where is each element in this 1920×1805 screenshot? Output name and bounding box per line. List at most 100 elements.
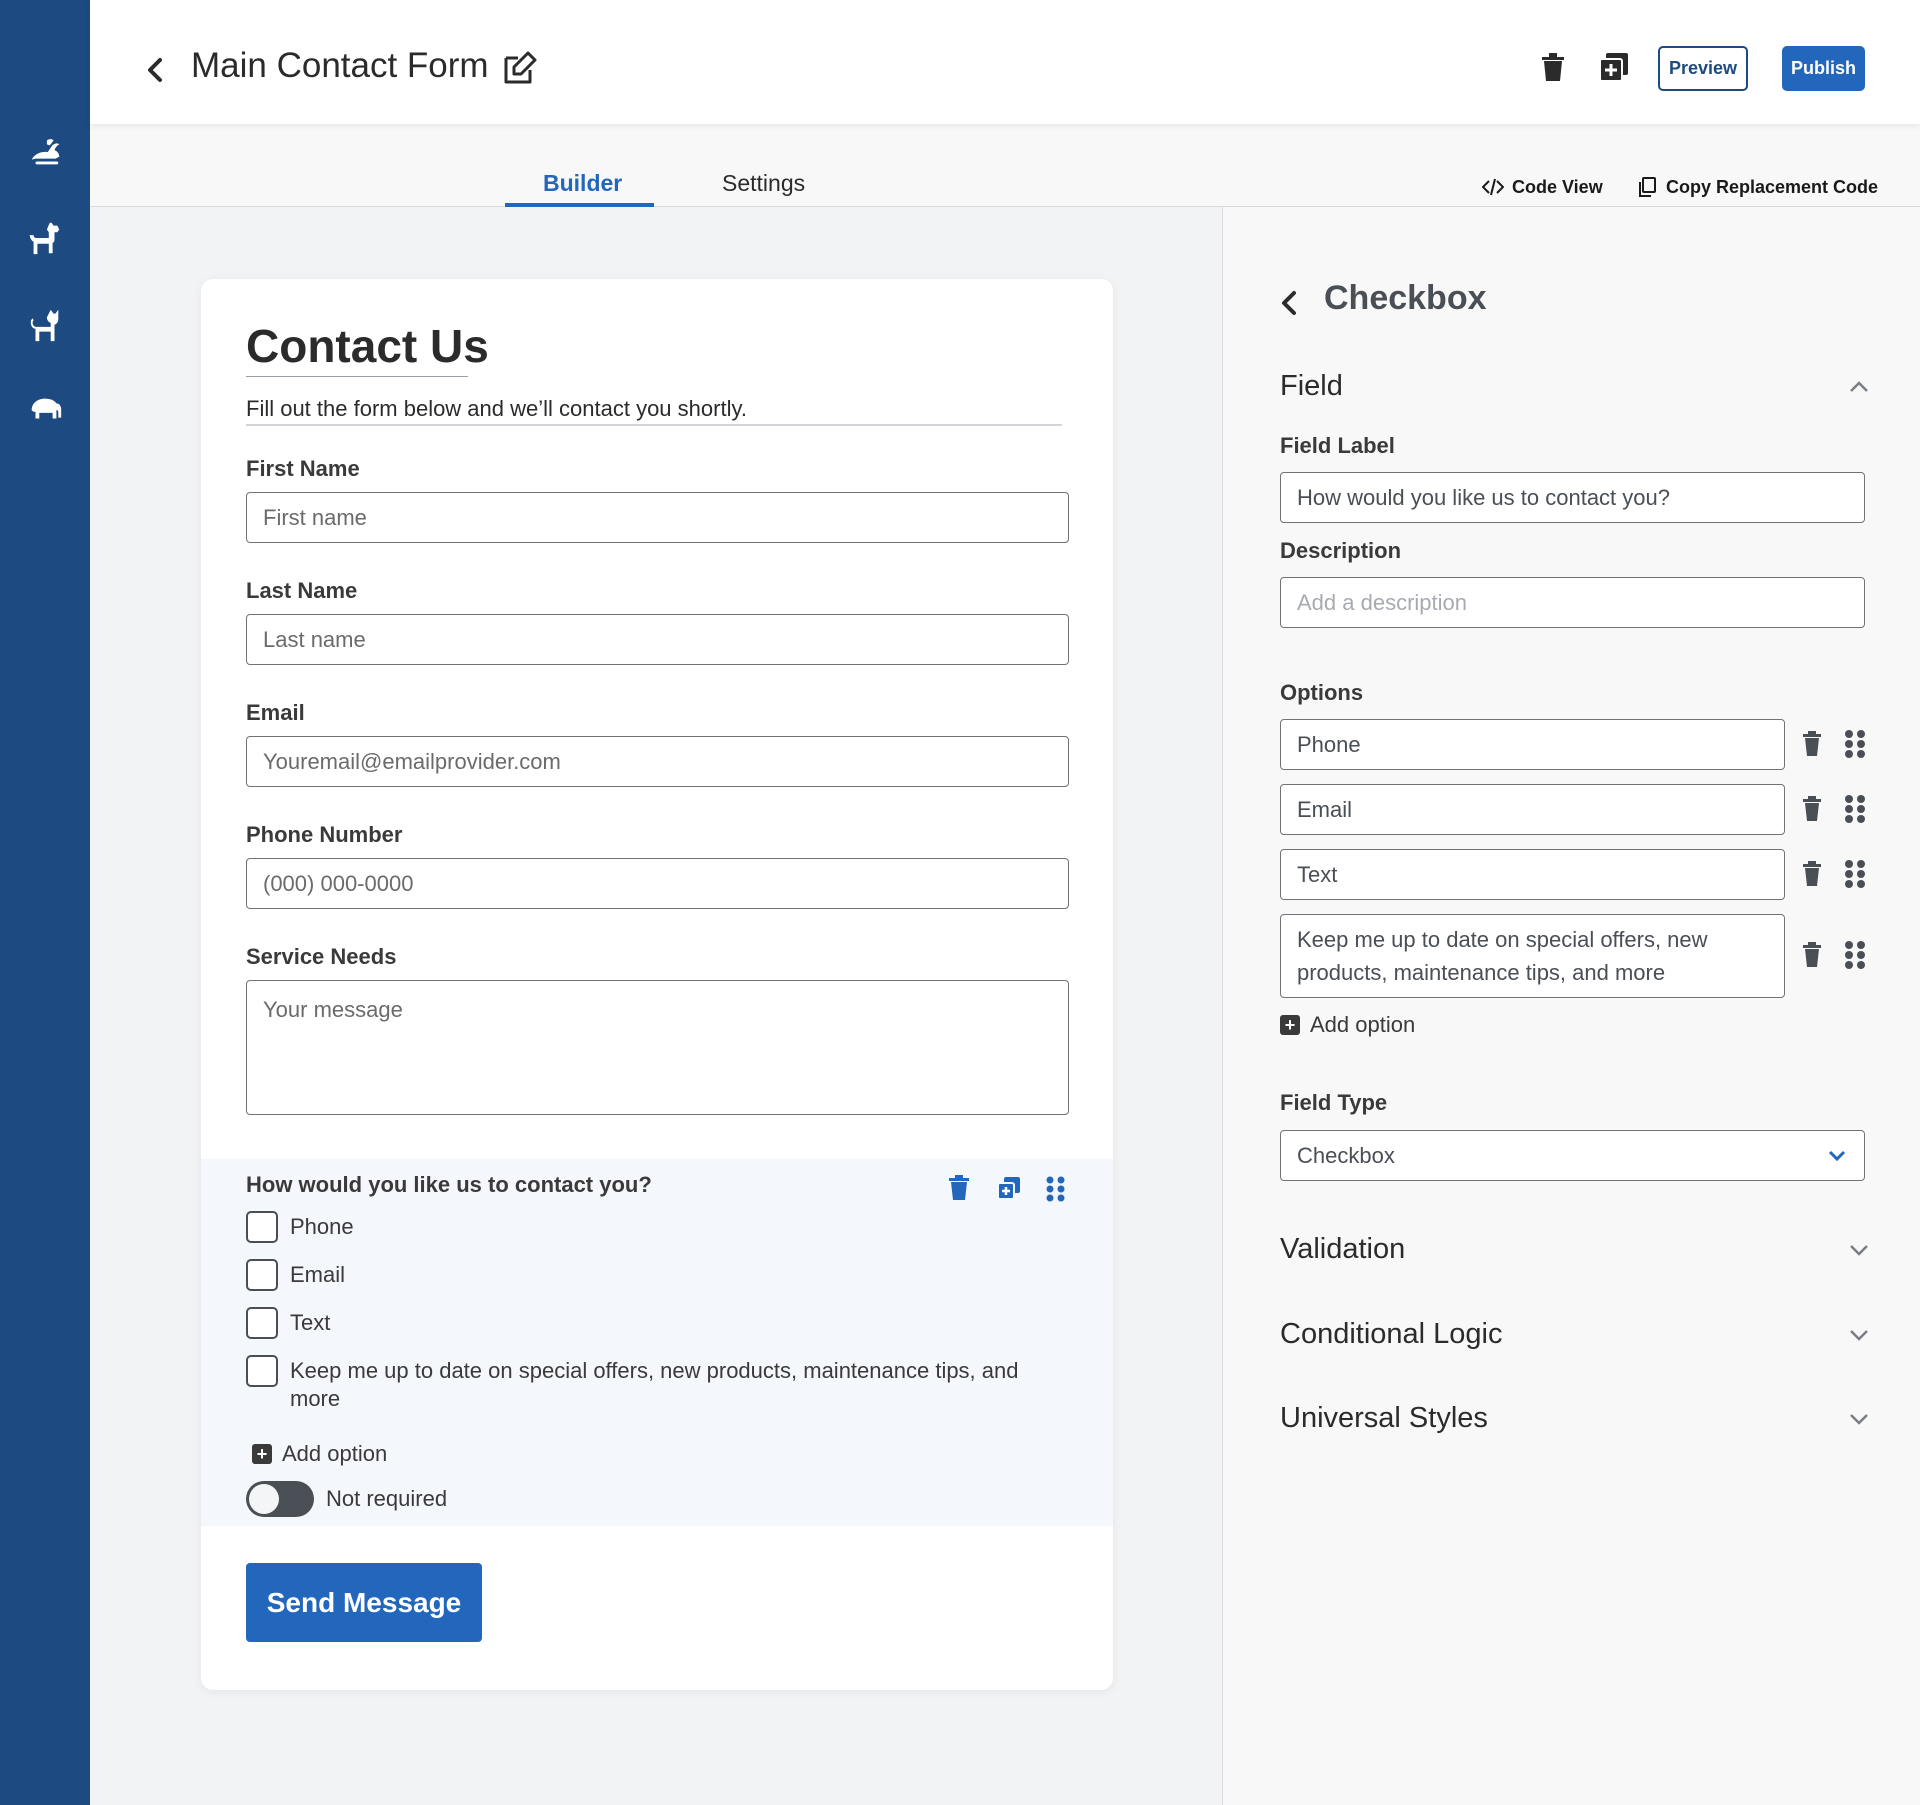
toggle-knob	[249, 1484, 279, 1514]
validation-section-title: Validation	[1280, 1233, 1406, 1265]
code-view-label: Code View	[1512, 176, 1603, 197]
title-underline	[246, 376, 468, 377]
chevron-down-icon	[1850, 1244, 1868, 1256]
required-toggle[interactable]	[246, 1481, 314, 1517]
required-toggle-label: Not required	[326, 1486, 448, 1511]
checkbox-option-label: Text	[290, 1310, 331, 1335]
add-option-button[interactable]: + Add option	[252, 1441, 387, 1467]
checkbox-option[interactable]: Keep me up to date on special offers, ne…	[246, 1355, 1020, 1413]
option-input[interactable]: Email	[1280, 784, 1785, 835]
checkbox[interactable]	[246, 1259, 278, 1291]
first-name-input[interactable]: First name	[246, 492, 1069, 543]
field-duplicate-icon[interactable]	[996, 1173, 1022, 1203]
field-section-title: Field	[1280, 370, 1343, 402]
tab-builder[interactable]: Builder	[543, 170, 622, 197]
option-input[interactable]: Keep me up to date on special offers, ne…	[1280, 914, 1785, 998]
top-header: Main Contact Form Preview Publish	[90, 0, 1920, 124]
checkbox-option-label: Email	[290, 1262, 346, 1287]
field-drag-handle-icon[interactable]	[1043, 1173, 1069, 1203]
option-trash-icon[interactable]	[1801, 941, 1823, 969]
description-input[interactable]: Add a description	[1280, 577, 1865, 628]
field-section-header[interactable]: Field	[1280, 370, 1870, 403]
field-label-label: Field Label	[1280, 433, 1395, 458]
publish-button[interactable]: Publish	[1782, 46, 1865, 91]
chevron-down-icon	[1850, 1413, 1868, 1425]
option-trash-icon[interactable]	[1801, 860, 1823, 888]
validation-section-header[interactable]: Validation	[1280, 1233, 1870, 1266]
field-settings-panel: Checkbox Field Field Label How would you…	[1222, 207, 1920, 1805]
option-drag-handle-icon[interactable]	[1843, 858, 1867, 890]
copy-icon	[1639, 177, 1656, 197]
form-subtitle[interactable]: Fill out the form below and we’ll contac…	[246, 396, 747, 422]
copy-replacement-code-label: Copy Replacement Code	[1666, 176, 1879, 197]
description-label: Description	[1280, 538, 1402, 563]
last-name-label: Last Name	[246, 578, 358, 603]
checkbox-question-label: How would you like us to contact you?	[246, 1172, 652, 1197]
plus-icon: +	[1280, 1015, 1300, 1035]
email-label: Email	[246, 700, 305, 725]
checkbox[interactable]	[246, 1355, 278, 1387]
option-input[interactable]: Text	[1280, 849, 1785, 900]
email-input[interactable]: Youremail@emailprovider.com	[246, 736, 1069, 787]
option-drag-handle-icon[interactable]	[1843, 793, 1867, 825]
form-title[interactable]: Contact Us	[246, 319, 489, 373]
page-title: Main Contact Form	[191, 46, 489, 85]
field-type-label: Field Type	[1280, 1090, 1388, 1115]
elephant-icon[interactable]	[22, 387, 68, 433]
panel-add-option-button[interactable]: + Add option	[1280, 1012, 1415, 1038]
duplicate-icon[interactable]	[1597, 50, 1631, 84]
required-toggle-row: Not required	[246, 1481, 447, 1517]
field-label-input[interactable]: How would you like us to contact you?	[1280, 472, 1865, 523]
add-option-label: Add option	[282, 1441, 388, 1466]
form-card: Contact Us Fill out the form below and w…	[201, 279, 1113, 1690]
dog-icon[interactable]	[22, 215, 68, 261]
builder-canvas: Contact Us Fill out the form below and w…	[90, 207, 1222, 1805]
option-drag-handle-icon[interactable]	[1843, 939, 1867, 971]
service-needs-textarea[interactable]: Your message	[246, 980, 1069, 1115]
checkbox[interactable]	[246, 1211, 278, 1243]
trash-icon[interactable]	[1536, 50, 1570, 84]
first-name-label: First Name	[246, 456, 360, 481]
code-view-link[interactable]: Code View	[1482, 176, 1603, 198]
app-rail	[0, 0, 90, 1805]
checkbox-option[interactable]: Email	[246, 1259, 1020, 1291]
edit-title-icon[interactable]	[500, 48, 540, 88]
selected-checkbox-field[interactable]: How would you like us to contact you? Ph…	[201, 1159, 1113, 1526]
chevron-up-icon	[1850, 380, 1868, 392]
chevron-down-icon	[1850, 1329, 1868, 1341]
checkbox-option-label: Keep me up to date on special offers, ne…	[290, 1358, 1019, 1411]
tab-bar: Builder Settings Code View Copy Replacem…	[90, 124, 1920, 207]
checkbox-option[interactable]: Phone	[246, 1211, 1020, 1243]
plus-icon: +	[252, 1444, 272, 1464]
service-needs-label: Service Needs	[246, 944, 397, 969]
send-message-button[interactable]: Send Message	[246, 1563, 482, 1642]
checkbox-option[interactable]: Text	[246, 1307, 1020, 1339]
option-drag-handle-icon[interactable]	[1843, 728, 1867, 760]
option-trash-icon[interactable]	[1801, 795, 1823, 823]
conditional-logic-section-title: Conditional Logic	[1280, 1318, 1503, 1350]
checkbox-option-label: Phone	[290, 1214, 354, 1239]
phone-number-input[interactable]: (000) 000-0000	[246, 858, 1069, 909]
option-input[interactable]: Phone	[1280, 719, 1785, 770]
conditional-logic-section-header[interactable]: Conditional Logic	[1280, 1318, 1870, 1351]
rabbit-icon[interactable]	[22, 129, 68, 175]
checkbox[interactable]	[246, 1307, 278, 1339]
code-icon	[1482, 178, 1504, 196]
panel-title: Checkbox	[1324, 279, 1487, 317]
phone-number-label: Phone Number	[246, 822, 403, 847]
last-name-input[interactable]: Last name	[246, 614, 1069, 665]
field-trash-icon[interactable]	[946, 1173, 972, 1203]
universal-styles-section-title: Universal Styles	[1280, 1402, 1488, 1434]
subtitle-divider	[246, 424, 1062, 426]
field-type-value: Checkbox	[1297, 1142, 1395, 1168]
back-icon[interactable]	[140, 50, 170, 90]
field-type-select[interactable]: Checkbox	[1280, 1130, 1865, 1181]
chevron-down-icon	[1828, 1150, 1846, 1161]
copy-replacement-code-link[interactable]: Copy Replacement Code	[1636, 176, 1878, 198]
cat-icon[interactable]	[22, 302, 68, 348]
preview-button[interactable]: Preview	[1658, 46, 1748, 91]
universal-styles-section-header[interactable]: Universal Styles	[1280, 1402, 1870, 1435]
panel-back-icon[interactable]	[1277, 287, 1301, 319]
option-trash-icon[interactable]	[1801, 730, 1823, 758]
tab-settings[interactable]: Settings	[722, 170, 805, 197]
